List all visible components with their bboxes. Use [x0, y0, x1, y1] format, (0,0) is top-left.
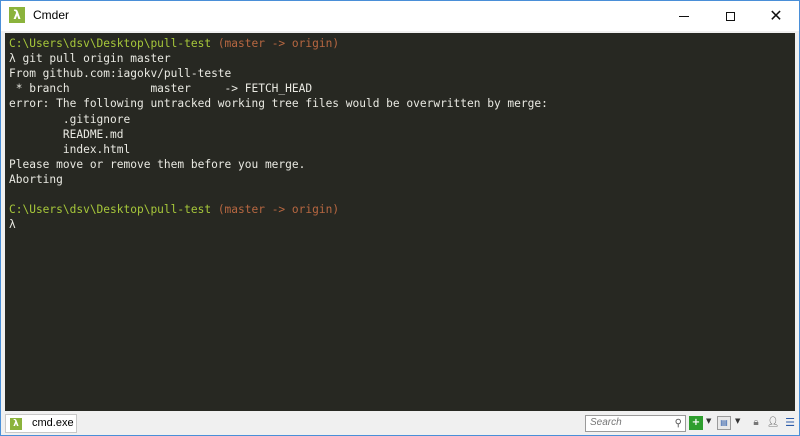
user-button[interactable]: 👤︎	[766, 416, 780, 430]
menu-button[interactable]: ☰	[783, 416, 797, 430]
user-icon: 👤︎	[766, 417, 780, 428]
terminal-line: Please move or remove them before you me…	[9, 157, 305, 172]
add-console-icon: +	[691, 417, 701, 428]
terminal-text: λ	[9, 218, 16, 232]
dropdown-arrow-icon[interactable]: ▼	[735, 417, 740, 425]
cmder-window: λ Cmder ✕ C:\Users\dsv\Desktop\pull-test…	[0, 0, 800, 436]
lock-button[interactable]: 🔒︎	[749, 416, 763, 430]
prompt-path: C:\Users\dsv\Desktop\pull-test	[9, 37, 218, 50]
terminal-text: .gitignore	[9, 112, 131, 126]
terminal-text: From github.com:iagokv/pull-teste	[9, 67, 232, 81]
tab-cmd-exe[interactable]: λ cmd.exe	[5, 414, 77, 433]
terminal-line: Aborting	[9, 172, 63, 187]
terminal-line: C:\Users\dsv\Desktop\pull-test (master -…	[9, 202, 339, 217]
maximize-button[interactable]	[707, 1, 753, 31]
terminal-line: index.html	[9, 142, 130, 157]
terminal-text: Please move or remove them before you me…	[9, 157, 306, 171]
terminal-line: λ	[9, 217, 16, 232]
terminal-line: * branch master -> FETCH_HEAD	[9, 81, 312, 96]
terminal-line: README.md	[9, 127, 124, 142]
terminal-text: * branch master -> FETCH_HEAD	[9, 82, 313, 96]
title-bar[interactable]: λ Cmder ✕	[1, 1, 799, 31]
terminal-text: README.md	[9, 127, 124, 141]
git-branch-info: (master -> origin)	[217, 37, 340, 50]
dropdown-arrow-icon[interactable]: ▼	[706, 417, 711, 425]
close-button[interactable]: ✕	[753, 1, 799, 31]
menu-icon: ☰	[785, 416, 795, 429]
prompt-path: C:\Users\dsv\Desktop\pull-test	[9, 203, 218, 217]
cmder-lambda-icon: λ	[9, 7, 25, 23]
terminal-text: Aborting	[9, 172, 63, 186]
minimize-button[interactable]	[661, 1, 707, 31]
console-list-button[interactable]: ▤	[717, 416, 731, 430]
close-icon: ✕	[769, 6, 783, 25]
lock-icon: 🔒︎	[753, 417, 759, 428]
terminal-output[interactable]: C:\Users\dsv\Desktop\pull-test (master -…	[5, 33, 795, 411]
search-placeholder: Search	[590, 417, 622, 428]
terminal-line: .gitignore	[9, 112, 130, 127]
terminal-text: index.html	[9, 142, 131, 156]
cmd-lambda-icon: λ	[10, 418, 22, 430]
search-input[interactable]: Search ⚲	[585, 415, 686, 432]
git-branch-info: (master -> origin)	[217, 203, 340, 217]
terminal-line: From github.com:iagokv/pull-teste	[9, 66, 231, 81]
maximize-icon	[725, 11, 735, 21]
minimize-icon	[679, 15, 689, 17]
terminal-line: error: The following untracked working t…	[9, 96, 548, 111]
terminal-line: λ git pull origin master	[9, 51, 171, 66]
terminal-text: error: The following untracked working t…	[9, 97, 548, 111]
terminal-line: C:\Users\dsv\Desktop\pull-test (master -…	[9, 36, 339, 51]
status-bar: λ cmd.exe Search ⚲ + ▼ ▤ ▼ 🔒︎ 👤︎ ☰	[1, 412, 799, 435]
add-console-button[interactable]: +	[689, 416, 703, 430]
terminal-text: λ git pull origin master	[9, 52, 171, 66]
console-icon: ▤	[720, 418, 728, 427]
search-icon[interactable]: ⚲	[675, 418, 682, 429]
window-title: Cmder	[33, 8, 70, 22]
tab-label: cmd.exe	[32, 417, 74, 429]
